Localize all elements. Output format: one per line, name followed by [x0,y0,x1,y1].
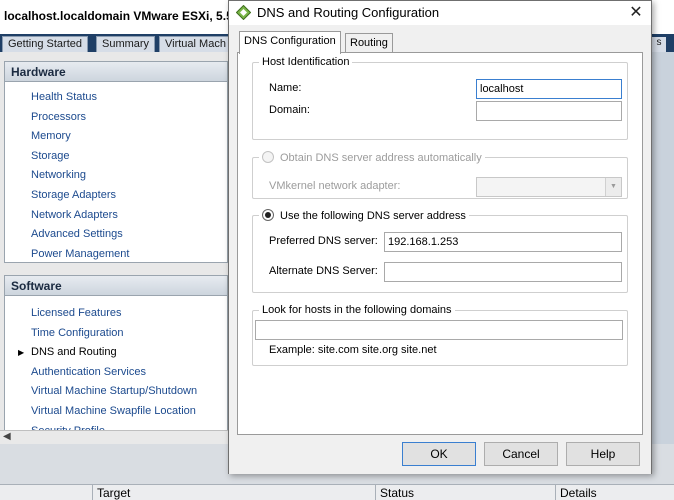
name-field[interactable] [476,79,622,99]
search-domains-group: Look for hosts in the following domains … [252,304,628,366]
tab-virtual-machines[interactable]: Virtual Mach [159,36,232,52]
sidebar-item-storage[interactable]: Storage [5,147,227,167]
dns-routing-dialog: DNS and Routing Configuration ✕ DNS Conf… [228,0,652,474]
tab-summary[interactable]: Summary [96,36,156,52]
tab-dns-configuration[interactable]: DNS Configuration [239,31,341,54]
vmware-app-icon [236,5,251,20]
sidebar-item-storage-adapters[interactable]: Storage Adapters [5,186,227,206]
vmkernel-adapter-select[interactable]: ▼ [476,177,622,197]
sidebar-item-advanced-settings[interactable]: Advanced Settings [5,225,227,245]
configuration-sidebar: Hardware Health Status Processors Memory… [0,52,232,435]
tab-getting-started[interactable]: Getting Started [2,36,88,52]
sidebar-item-vm-swapfile-location[interactable]: Virtual Machine Swapfile Location [5,402,227,422]
tab-routing[interactable]: Routing [345,33,393,54]
dialog-body: DNS Configuration Routing Host Identific… [229,25,651,474]
preferred-dns-field[interactable] [384,232,622,252]
auto-dns-group: Obtain DNS server address automatically … [252,151,628,199]
sidebar-item-processors[interactable]: Processors [5,108,227,128]
dns-configuration-page: Host Identification Name: Domain: Obtain… [237,52,643,435]
background-window-title: localhost.localdomain VMware ESXi, 5.5 [4,9,233,23]
dialog-title: DNS and Routing Configuration [257,5,440,20]
host-identification-group: Host Identification Name: Domain: [252,56,628,140]
scroll-left-icon[interactable]: ◀ [3,431,11,442]
sidebar-item-label: DNS and Routing [31,346,117,359]
sidebar-item-dns-and-routing[interactable]: ▶ DNS and Routing [5,343,227,363]
alternate-dns-label: Alternate DNS Server: [269,265,378,277]
manual-dns-legend: Use the following DNS server address [259,209,469,222]
sidebar-item-networking[interactable]: Networking [5,166,227,186]
recent-tasks-header: Target Status Details [0,484,674,500]
sidebar-item-authentication-services[interactable]: Authentication Services [5,363,227,383]
column-status[interactable]: Status [375,485,555,500]
name-label: Name: [269,82,302,94]
sidebar-item-vm-startup-shutdown[interactable]: Virtual Machine Startup/Shutdown [5,382,227,402]
hardware-panel-title: Hardware [5,62,227,82]
close-icon[interactable]: ✕ [625,2,647,24]
help-button[interactable]: Help [566,442,640,466]
domain-field[interactable] [476,101,622,121]
host-identification-legend: Host Identification [262,56,350,68]
sidebar-item-network-adapters[interactable]: Network Adapters [5,206,227,226]
auto-dns-label: Obtain DNS server address automatically [280,152,482,164]
column-details[interactable]: Details [555,485,674,500]
background-tab-fragment[interactable]: s [652,37,666,52]
horizontal-scrollbar[interactable]: ◀ [0,430,232,444]
sidebar-item-health-status[interactable]: Health Status [5,88,227,108]
hardware-panel: Hardware Health Status Processors Memory… [4,61,228,263]
ok-button[interactable]: OK [402,442,476,466]
manual-dns-radio[interactable] [262,209,274,221]
sidebar-item-memory[interactable]: Memory [5,127,227,147]
manual-dns-label: Use the following DNS server address [280,210,466,222]
auto-dns-legend: Obtain DNS server address automatically [259,151,485,164]
selected-arrow-icon: ▶ [18,348,25,358]
preferred-dns-label: Preferred DNS server: [269,235,378,247]
domain-label: Domain: [269,104,310,116]
alternate-dns-field[interactable] [384,262,622,282]
cancel-button[interactable]: Cancel [484,442,558,466]
manual-dns-group: Use the following DNS server address Pre… [252,209,628,293]
column-target[interactable]: Target [92,485,375,500]
software-panel-title: Software [5,276,227,296]
background-right-edge [652,52,674,492]
sidebar-item-licensed-features[interactable]: Licensed Features [5,304,227,324]
chevron-down-icon[interactable]: ▼ [605,178,621,196]
sidebar-item-power-management[interactable]: Power Management [5,245,227,265]
dialog-titlebar[interactable]: DNS and Routing Configuration ✕ [229,1,651,25]
vmkernel-adapter-label: VMkernel network adapter: [269,180,401,192]
search-domains-field[interactable] [255,320,623,340]
search-domains-legend: Look for hosts in the following domains [262,304,452,316]
sidebar-item-time-configuration[interactable]: Time Configuration [5,324,227,344]
auto-dns-radio[interactable] [262,151,274,163]
software-panel: Software Licensed Features Time Configur… [4,275,228,435]
search-domains-example: Example: site.com site.org site.net [269,344,437,356]
